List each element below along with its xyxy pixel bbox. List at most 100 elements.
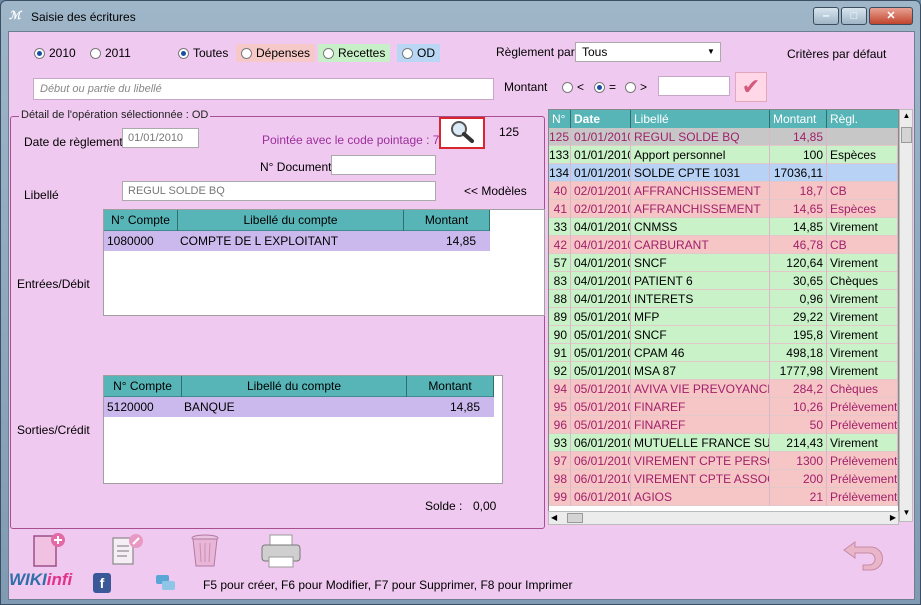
table-row[interactable]: 99 06/01/2010 AGIOS 21 Prélèvement (549, 488, 898, 506)
chevron-right-icon[interactable]: ▶ (890, 512, 896, 524)
modeles-link[interactable]: << Modèles (464, 184, 527, 198)
cell-date: 05/01/2010 (571, 326, 631, 344)
cell-libelle: FINAREF (631, 416, 770, 434)
table-row[interactable]: 92 05/01/2010 MSA 87 1777,98 Virement (549, 362, 898, 380)
cell-n: 97 (549, 452, 571, 470)
col-date[interactable]: Date (571, 110, 631, 128)
table-row[interactable]: 1080000 COMPTE DE L EXPLOITANT 14,85 (104, 231, 490, 251)
table-row[interactable]: 83 04/01/2010 PATIENT 6 30,65 Chèques (549, 272, 898, 290)
col-n[interactable]: N° (549, 110, 571, 128)
radio-montant-lt[interactable]: < (557, 78, 589, 96)
radio-type-recettes[interactable]: Recettes (318, 44, 391, 62)
operation-number: 125 (499, 125, 520, 139)
libelle-search-input[interactable]: Début ou partie du libellé (33, 78, 494, 100)
radio-year-2011[interactable]: 2011 (85, 44, 136, 62)
cell-libelle: MUTUELLE FRANCE SUD (631, 434, 770, 452)
vertical-scrollbar[interactable]: ▲ ▼ (899, 109, 913, 522)
solde-label: Solde : (425, 499, 463, 513)
cell-montant: 14,85 (770, 218, 827, 236)
cell-n: 40 (549, 182, 571, 200)
new-document-icon[interactable] (31, 532, 71, 570)
table-row[interactable]: 97 06/01/2010 VIREMENT CPTE PERSO 1300 Prélè… (549, 452, 898, 470)
montant-input[interactable] (658, 76, 730, 96)
cell-regl: Virement (827, 290, 898, 308)
chat-icon[interactable] (155, 573, 175, 591)
radio-montant-gt[interactable]: > (620, 78, 652, 96)
criteres-link[interactable]: Critères par défaut (787, 47, 886, 61)
table-row[interactable]: 89 05/01/2010 MFP 29,22 Virement (549, 308, 898, 326)
printer-icon[interactable] (259, 532, 305, 570)
radio-label: 2010 (49, 46, 76, 60)
table-row[interactable]: 125 01/01/2010 REGUL SOLDE BQ 14,85 (549, 128, 898, 146)
radio-label: 2011 (105, 46, 131, 60)
facebook-icon[interactable]: f (93, 573, 111, 593)
cell-regl: Virement (827, 218, 898, 236)
table-row[interactable]: 88 04/01/2010 INTERETS 0,96 Virement (549, 290, 898, 308)
pointee-text: Pointée avec le code pointage : 73 (262, 133, 447, 147)
radio-montant-eq[interactable]: = (589, 78, 621, 96)
radio-label: = (609, 80, 617, 94)
table-row[interactable]: 40 02/01/2010 AFFRANCHISSEMENT 18,7 CB (549, 182, 898, 200)
table-row[interactable]: 9806/01/2010VIREMENT CPTE ASSOCIE200Prél… (549, 470, 898, 488)
table-row[interactable]: 134 01/01/2010 SOLDE CPTE 1031 17036,11 (549, 164, 898, 182)
cell-date: 04/01/2010 (571, 290, 631, 308)
table-row[interactable]: 57 04/01/2010 SNCF 120,64 Virement (549, 254, 898, 272)
cell-montant: 1777,98 (770, 362, 827, 380)
radio-type-toutes[interactable]: Toutes (173, 44, 234, 62)
cell-libelle: SNCF (631, 254, 770, 272)
cell-montant: 10,26 (770, 398, 827, 416)
reglement-label: Règlement par (496, 45, 575, 59)
radio-type-depenses[interactable]: Dépenses (236, 44, 316, 62)
chevron-up-icon[interactable]: ▲ (901, 111, 912, 123)
cell-date: 01/01/2010 (571, 128, 631, 146)
chevron-left-icon[interactable]: ◀ (551, 512, 557, 524)
radio-dot (594, 81, 605, 93)
table-row[interactable]: 5120000 BANQUE 14,85 (104, 397, 494, 417)
horizontal-scrollbar[interactable]: ◀ ▶ (548, 511, 899, 525)
ndoc-label: N° Document (260, 160, 332, 174)
table-row[interactable]: 133 01/01/2010 Apport personnel 100 Espèces (549, 146, 898, 164)
minimize-button[interactable]: ‒ (813, 7, 839, 25)
radio-label: > (640, 80, 648, 94)
table-row[interactable]: 41 02/01/2010 AFFRANCHISSEMENT 14,65 Espèces (549, 200, 898, 218)
table-row[interactable]: 42 04/01/2010 CARBURANT 46,78 CB (549, 236, 898, 254)
radio-year-2010[interactable]: 2010 (29, 44, 81, 62)
chevron-down-icon: ▼ (707, 47, 715, 56)
col-regl[interactable]: Règl. (827, 110, 898, 128)
window-title: Saisie des écritures (31, 10, 136, 24)
back-arrow-icon[interactable] (841, 532, 891, 572)
table-row[interactable]: 93 06/01/2010 MUTUELLE FRANCE SUD 214,43 Vir… (549, 434, 898, 452)
cell-regl: Virement (827, 362, 898, 380)
table-row[interactable]: 94 05/01/2010 AVIVA VIE PREVOYANCE 284,2 Chè… (549, 380, 898, 398)
sorties-table[interactable]: N° Compte Libellé du compte Montant 5120… (103, 375, 503, 484)
radio-dot (402, 47, 413, 59)
table-row[interactable]: 33 04/01/2010 CNMSS 14,85 Virement (549, 218, 898, 236)
cell-montant: 498,18 (770, 344, 827, 362)
table-row[interactable]: 91 05/01/2010 CPAM 46 498,18 Virement (549, 344, 898, 362)
reglement-select[interactable]: Tous ▼ (575, 42, 721, 62)
radio-type-od[interactable]: OD (397, 44, 440, 62)
col-montant[interactable]: Montant (770, 110, 827, 128)
libelle-field[interactable]: REGUL SOLDE BQ (122, 181, 436, 201)
close-button[interactable]: ✕ (869, 7, 913, 25)
trash-icon[interactable] (187, 532, 227, 570)
edit-document-icon[interactable] (109, 532, 149, 570)
cell-libelle: SOLDE CPTE 1031 (631, 164, 770, 182)
ndoc-field[interactable] (331, 155, 436, 175)
maximize-button[interactable]: □ (841, 7, 867, 25)
entrees-table[interactable]: N° Compte Libellé du compte Montant 1080… (103, 209, 545, 316)
scrollbar-thumb[interactable] (567, 513, 583, 523)
col-libelle[interactable]: Libellé (631, 110, 770, 128)
operations-grid[interactable]: N° Date Libellé Montant Règl. 125 01/01/2… (548, 109, 899, 522)
radio-dot (178, 47, 189, 59)
table-row[interactable]: 95 05/01/2010 FINAREF 10,26 Prélèvement (549, 398, 898, 416)
table-row[interactable]: 90 05/01/2010 SNCF 195,8 Virement (549, 326, 898, 344)
reglement-select-value: Tous (582, 45, 608, 59)
search-button[interactable] (439, 117, 485, 149)
table-row[interactable]: 96 05/01/2010 FINAREF 50 Prélèvement (549, 416, 898, 434)
checkmark-icon[interactable]: ✔ (735, 72, 767, 102)
scrollbar-thumb[interactable] (901, 127, 912, 143)
title-bar: ℳ Saisie des écritures ‒ □ ✕ (1, 1, 920, 31)
chevron-down-icon[interactable]: ▼ (901, 508, 912, 520)
date-field[interactable]: 01/01/2010 (122, 128, 199, 148)
